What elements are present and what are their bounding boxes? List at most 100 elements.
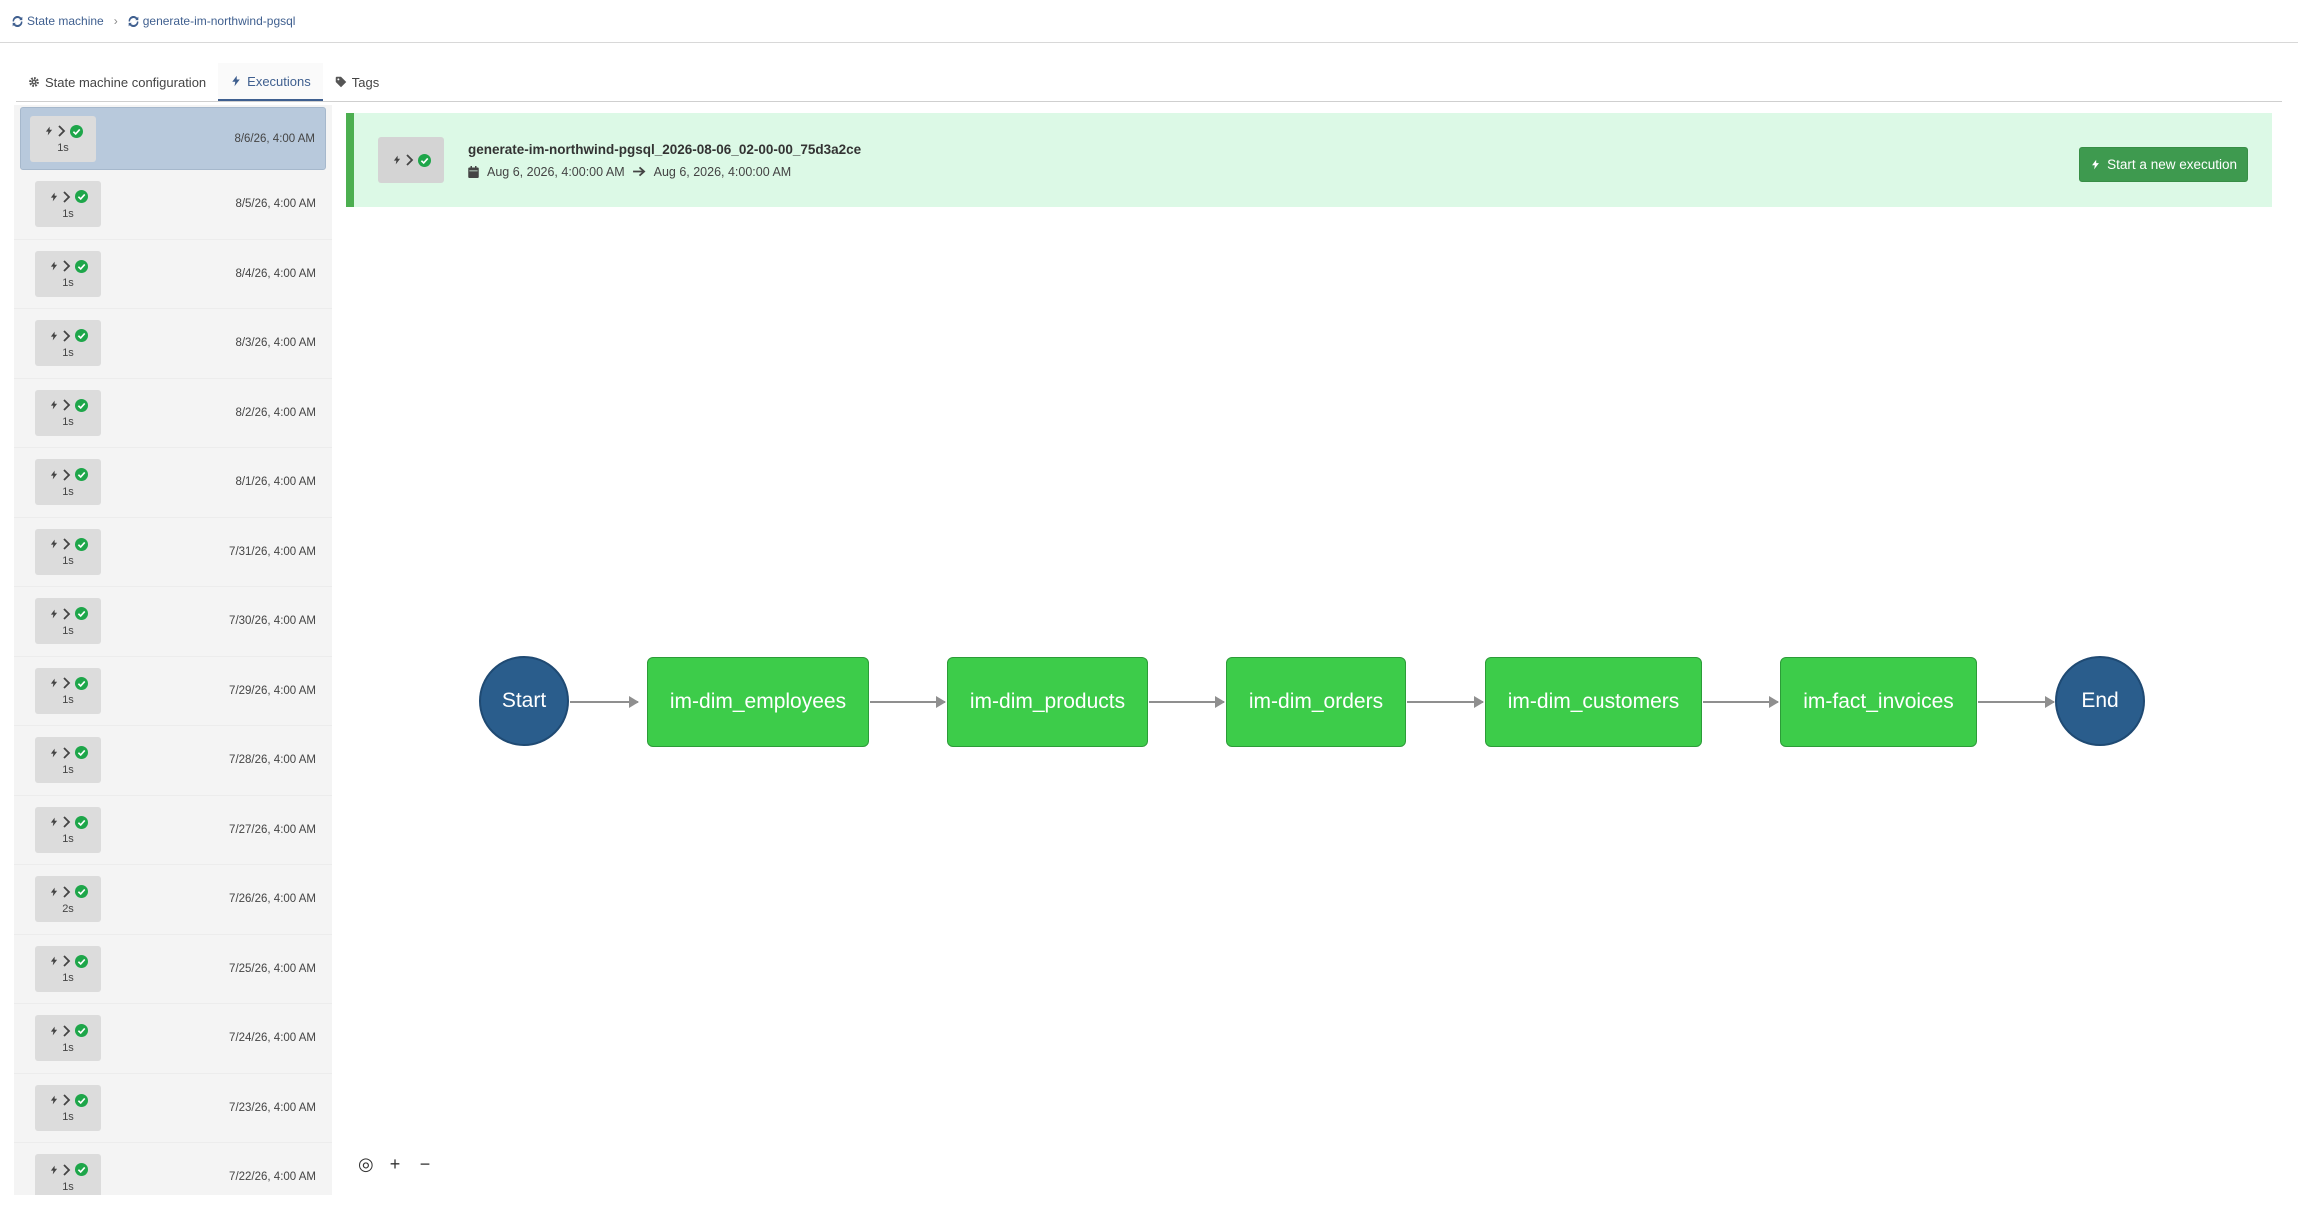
sync-icon [12, 15, 23, 27]
start-node: Start [479, 656, 569, 746]
graph-edge [1978, 696, 2055, 708]
execution-list-item[interactable]: 1s 8/6/26, 4:00 AM [20, 107, 326, 170]
execution-date: 7/28/26, 4:00 AM [229, 754, 316, 767]
execution-status-badge: 1s [35, 737, 101, 784]
execution-date: 7/22/26, 4:00 AM [229, 1171, 316, 1184]
graph-edge [1703, 696, 1779, 708]
bolt-icon [50, 748, 57, 758]
state-machine-graph: Start im-dim_employees im-dim_products i… [346, 620, 2272, 790]
chevron-right-icon [62, 330, 70, 342]
step-label: im-dim_orders [1248, 690, 1384, 713]
execution-list-item[interactable]: 1s 7/29/26, 4:00 AM [14, 657, 332, 726]
check-circle-icon [74, 885, 88, 899]
calendar-icon [468, 165, 479, 178]
execution-status-badge: 1s [35, 945, 101, 992]
execution-list-item[interactable]: 1s 7/27/26, 4:00 AM [14, 796, 332, 865]
zoom-out-button[interactable]: − [418, 1154, 432, 1175]
execution-date: 8/5/26, 4:00 AM [235, 198, 316, 211]
bolt-icon [50, 470, 57, 480]
bolt-icon [50, 261, 57, 271]
execution-date: 7/24/26, 4:00 AM [229, 1032, 316, 1045]
execution-list-item[interactable]: 1s 8/5/26, 4:00 AM [14, 170, 332, 240]
chevron-right-icon [62, 816, 70, 828]
execution-name: generate-im-northwind-pgsql_2026-08-06_0… [468, 141, 862, 157]
execution-list-item[interactable]: 1s 7/22/26, 4:00 AM [14, 1143, 332, 1195]
execution-list-item[interactable]: 1s 7/30/26, 4:00 AM [14, 587, 332, 657]
bolt-icon [50, 1165, 57, 1175]
chevron-right-icon [62, 191, 70, 203]
tab-bar: State machine configuration Executions T… [16, 62, 2282, 102]
tab-executions[interactable]: Executions [218, 63, 323, 101]
execution-duration: 1s [62, 1111, 74, 1124]
chevron-right-icon [62, 1164, 70, 1176]
executions-list: 1s 8/6/26, 4:00 AM 1s 8/5/26, 4:00 AM 1s… [14, 105, 332, 1195]
bolt-icon [50, 1095, 57, 1105]
execution-duration: 1s [62, 833, 74, 846]
execution-duration: 1s [62, 1041, 74, 1054]
check-circle-icon [69, 124, 83, 138]
start-new-execution-button[interactable]: Start a new execution [2079, 147, 2248, 182]
step-label: im-dim_products [969, 690, 1126, 713]
step-node-im-dim-employees[interactable]: im-dim_employees [647, 657, 869, 747]
bolt-icon [2092, 159, 2100, 170]
execution-status-badge: 1s [35, 1084, 101, 1131]
arrow-right-icon [632, 166, 646, 177]
check-circle-icon [74, 676, 88, 690]
check-circle-icon [74, 1093, 88, 1107]
execution-status-badge: 1s [35, 598, 101, 645]
tab-state-machine-configuration[interactable]: State machine configuration [16, 63, 218, 101]
execution-status-badge: 1s [35, 806, 101, 853]
execution-list-item[interactable]: 1s 7/23/26, 4:00 AM [14, 1074, 332, 1143]
execution-list-item[interactable]: 1s 8/4/26, 4:00 AM [14, 240, 332, 309]
execution-list-item[interactable]: 1s 7/25/26, 4:00 AM [14, 935, 332, 1004]
execution-status-badge: 1s [35, 1015, 101, 1062]
execution-status-badge: 1s [35, 528, 101, 575]
chevron-right-icon [62, 955, 70, 967]
execution-list-item[interactable]: 1s 7/31/26, 4:00 AM [14, 518, 332, 587]
breadcrumb-state-machine[interactable]: State machine [12, 14, 104, 28]
step-node-im-dim-customers[interactable]: im-dim_customers [1485, 657, 1702, 747]
chevron-right-icon [62, 399, 70, 411]
execution-duration: 1s [62, 1180, 74, 1193]
fit-view-icon[interactable]: ◎ [358, 1154, 374, 1175]
execution-duration: 1s [62, 277, 74, 290]
breadcrumb-current-machine[interactable]: generate-im-northwind-pgsql [128, 14, 295, 28]
chevron-right-icon [405, 154, 413, 166]
step-node-im-fact-invoices[interactable]: im-fact_invoices [1780, 657, 1977, 747]
execution-list-item[interactable]: 2s 7/26/26, 4:00 AM [14, 865, 332, 935]
execution-duration: 1s [62, 624, 74, 637]
sync-icon [128, 15, 139, 27]
check-circle-icon [74, 1024, 88, 1038]
tab-label: Executions [247, 73, 311, 89]
breadcrumb: State machine › generate-im-northwind-pg… [0, 0, 2298, 43]
chevron-right-icon [62, 1025, 70, 1037]
chevron-right-icon [62, 608, 70, 620]
check-circle-icon [74, 1163, 88, 1177]
execution-list-item[interactable]: 1s 7/24/26, 4:00 AM [14, 1004, 332, 1074]
execution-list-item[interactable]: 1s 8/2/26, 4:00 AM [14, 379, 332, 448]
execution-list-item[interactable]: 1s 8/1/26, 4:00 AM [14, 448, 332, 518]
step-node-im-dim-orders[interactable]: im-dim_orders [1226, 657, 1406, 747]
bolt-icon [50, 1026, 57, 1036]
tab-label: Tags [351, 74, 380, 90]
chevron-right-icon [62, 469, 70, 481]
execution-list-item[interactable]: 1s 7/28/26, 4:00 AM [14, 726, 332, 796]
execution-date: 8/3/26, 4:00 AM [235, 337, 316, 350]
execution-list-item[interactable]: 1s 8/3/26, 4:00 AM [14, 309, 332, 379]
zoom-in-button[interactable]: + [388, 1154, 402, 1175]
graph-zoom-controls: ◎ + − [358, 1154, 432, 1175]
check-circle-icon [74, 398, 88, 412]
check-circle-icon [74, 537, 88, 551]
tab-tags[interactable]: Tags [323, 63, 391, 101]
execution-duration: 1s [62, 694, 74, 707]
execution-date: 8/4/26, 4:00 AM [235, 267, 316, 280]
execution-duration: 1s [62, 207, 74, 220]
execution-status-badge: 1s [35, 250, 101, 297]
execution-date: 7/30/26, 4:00 AM [229, 615, 316, 628]
step-node-im-dim-products[interactable]: im-dim_products [947, 657, 1148, 747]
execution-date: 7/27/26, 4:00 AM [229, 823, 316, 836]
bolt-icon [50, 887, 57, 897]
check-circle-icon [74, 468, 88, 482]
check-circle-icon [74, 190, 88, 204]
execution-date: 7/29/26, 4:00 AM [229, 684, 316, 697]
